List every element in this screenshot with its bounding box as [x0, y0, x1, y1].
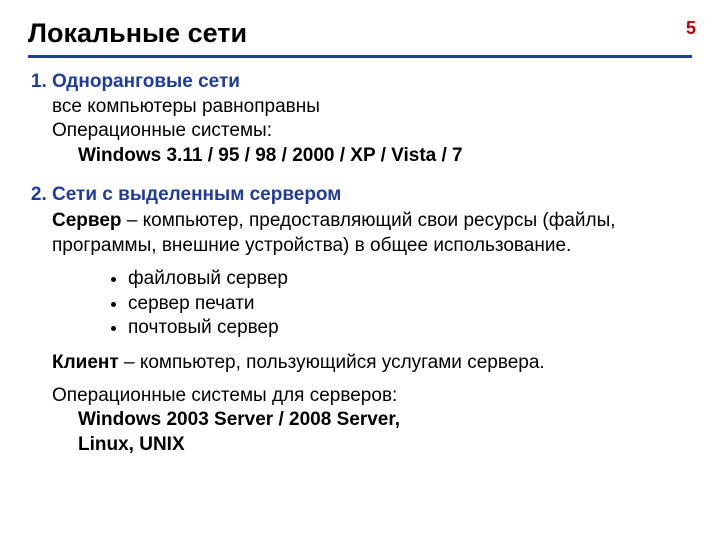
section-2: Сети с выделенным сервером Сервер – комп… [52, 183, 692, 458]
server-os-line1: Windows 2003 Server / 2008 Server, [78, 408, 692, 433]
main-list: Одноранговые сети все компьютеры равнопр… [28, 70, 692, 458]
client-def-text: – компьютер, пользующийся услугами серве… [119, 352, 545, 373]
section-1-heading: Одноранговые сети [52, 71, 240, 92]
slide-title: Локальные сети [28, 18, 692, 58]
server-def-text: – компьютер, предоставляющий свои ресурс… [52, 210, 616, 256]
slide: 5 Локальные сети Одноранговые сети все к… [0, 0, 720, 540]
page-number: 5 [686, 18, 696, 39]
section-1-line2: Операционные системы: [52, 120, 272, 141]
server-types-list: файловый сервер сервер печати почтовый с… [128, 267, 692, 341]
server-os-label: Операционные системы для серверов: [52, 384, 692, 409]
section-1-line1: все компьютеры равноправны [52, 96, 320, 117]
section-1: Одноранговые сети все компьютеры равнопр… [52, 70, 692, 169]
server-type-item: почтовый сервер [128, 316, 692, 341]
server-os-line2: Linux, UNIX [78, 433, 692, 458]
section-2-heading: Сети с выделенным сервером [52, 184, 341, 205]
server-definition: Сервер – компьютер, предоставляющий свои… [52, 209, 692, 258]
client-definition: Клиент – компьютер, пользующийся услугам… [52, 351, 692, 376]
client-term: Клиент [52, 352, 119, 373]
server-term: Сервер [52, 210, 122, 231]
server-type-item: файловый сервер [128, 267, 692, 292]
section-1-os: Windows 3.11 / 95 / 98 / 2000 / XP / Vis… [78, 144, 692, 169]
server-type-item: сервер печати [128, 292, 692, 317]
